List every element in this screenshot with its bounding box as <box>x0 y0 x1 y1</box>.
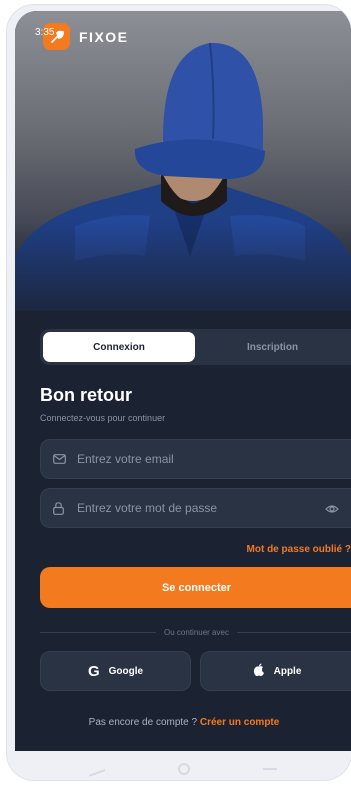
login-button[interactable]: Se connecter <box>40 567 351 608</box>
tab-inscription[interactable]: Inscription <box>195 332 350 362</box>
divider-line <box>40 631 157 633</box>
signup-row: Pas encore de compte ? Créer un compte <box>15 717 351 728</box>
email-field[interactable] <box>40 439 351 479</box>
divider-line <box>236 631 351 633</box>
back-icon[interactable] <box>89 761 106 777</box>
phone-frame: 3:35 FIXOE Connexion Inscription Bon ret… <box>6 4 351 781</box>
social-divider: Ou continuer avec <box>40 626 351 638</box>
apple-label: Apple <box>273 665 302 677</box>
google-button[interactable]: G Google <box>40 651 191 691</box>
signup-prompt: Pas encore de compte ? <box>88 717 198 728</box>
tab-connexion[interactable]: Connexion <box>43 332 195 362</box>
email-input[interactable] <box>77 452 351 466</box>
divider-label: Ou continuer avec <box>164 627 229 637</box>
mail-icon <box>53 452 67 466</box>
system-nav-bar <box>13 751 351 780</box>
app-logo: FIXOE <box>43 23 129 50</box>
page-title: Bon retour <box>40 385 132 405</box>
auth-panel: Connexion Inscription Bon retour Connect… <box>15 311 351 751</box>
apple-button[interactable]: Apple <box>200 651 351 691</box>
hero-fade <box>15 221 351 311</box>
google-icon: G <box>87 662 100 680</box>
password-input[interactable] <box>77 501 351 515</box>
apple-icon <box>253 663 265 680</box>
signup-link[interactable]: Créer un compte <box>200 717 279 728</box>
hero-image <box>15 11 351 311</box>
app-screen: 3:35 FIXOE Connexion Inscription Bon ret… <box>15 11 351 751</box>
recents-icon[interactable] <box>262 768 277 770</box>
home-icon[interactable] <box>177 763 190 775</box>
password-field[interactable] <box>40 488 351 528</box>
eye-icon[interactable] <box>325 502 339 516</box>
google-label: Google <box>108 665 144 677</box>
page-subtitle: Connectez-vous pour continuer <box>40 413 166 423</box>
lock-icon <box>53 501 67 515</box>
forgot-password-link[interactable]: Mot de passe oublié ? <box>247 544 351 555</box>
app-name: FIXOE <box>79 28 129 45</box>
auth-tabs: Connexion Inscription <box>40 329 351 365</box>
status-time: 3:35 <box>35 27 55 38</box>
